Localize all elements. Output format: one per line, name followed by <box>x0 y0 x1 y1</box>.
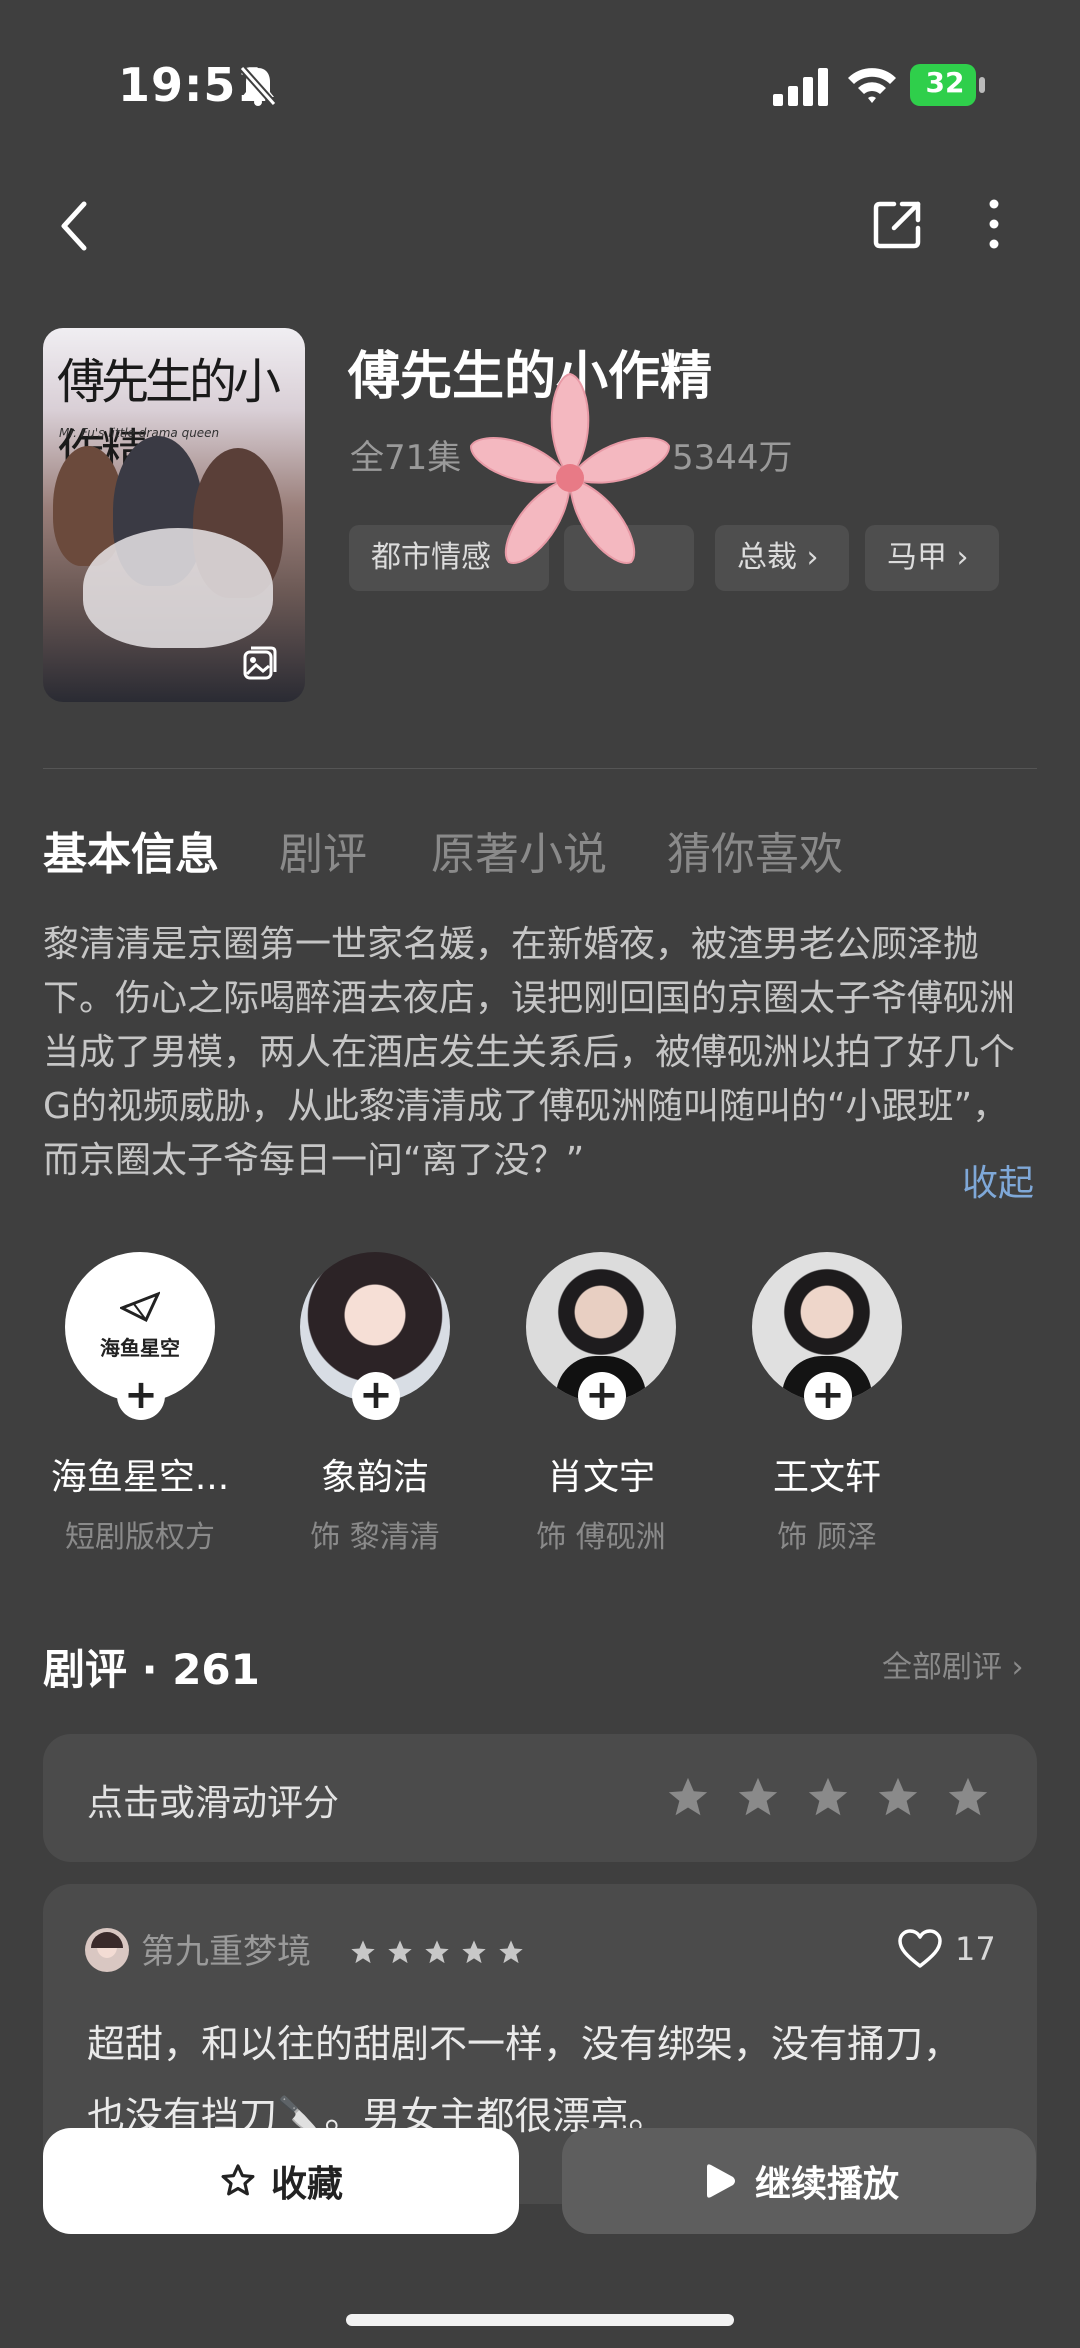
heart-icon[interactable] <box>897 1928 943 1970</box>
follow-button[interactable]: + <box>804 1372 852 1420</box>
rate-prompt: 点击或滑动评分 <box>87 1783 340 1824</box>
synopsis-text: 黎清清是京圈第一世家名媛，在新婚夜，被渣男老公顾泽抛下。伤心之际喝醉酒去夜店，误… <box>43 924 1016 1181</box>
star-icon <box>388 1940 412 1964</box>
cast-role: 饰 顾泽 <box>777 1520 877 1555</box>
tab-reviews[interactable]: 剧评 <box>279 818 367 882</box>
battery-icon: 32 <box>910 64 986 106</box>
review-username[interactable]: 第九重梦境 <box>141 1924 311 1973</box>
episode-count: 全71集 <box>350 438 462 478</box>
studio-logo-icon <box>120 1291 160 1323</box>
continue-play-label: 继续播放 <box>754 2164 899 2205</box>
follow-button[interactable]: + <box>352 1372 400 1420</box>
star-outline-icon <box>221 2164 255 2196</box>
star-icon <box>462 1940 486 1964</box>
like-count: 17 <box>955 1930 996 1968</box>
tab-original-novel[interactable]: 原著小说 <box>431 818 607 882</box>
tag-secret-identity[interactable]: 马甲 › <box>865 525 999 591</box>
home-indicator[interactable] <box>346 2314 734 2326</box>
rate-star-icon[interactable] <box>805 1774 851 1820</box>
tab-recommendations[interactable]: 猜你喜欢 <box>667 818 843 882</box>
back-icon[interactable] <box>50 196 102 256</box>
bell-off-icon <box>239 65 277 107</box>
follow-button[interactable]: + <box>117 1372 165 1420</box>
favorite-button[interactable]: 收藏 <box>43 2128 519 2234</box>
signal-icon <box>773 68 828 106</box>
cast-name: 王文轩 <box>772 1457 881 1498</box>
studio-logo-text: 海鱼星空 <box>100 1336 180 1360</box>
wifi-icon <box>848 68 896 103</box>
cast-name: 海鱼星空... <box>50 1457 230 1498</box>
battery-level: 32 <box>925 66 965 99</box>
rate-star-icon[interactable] <box>735 1774 781 1820</box>
reviews-header: 剧评 · 261 <box>43 1645 260 1694</box>
flower-sticker <box>470 372 670 564</box>
star-icon <box>425 1940 449 1964</box>
avatar[interactable] <box>85 1928 129 1972</box>
play-icon <box>706 2164 735 2198</box>
rate-star-icon[interactable] <box>665 1774 711 1820</box>
tag-ceo[interactable]: 总裁 › <box>715 525 849 591</box>
rating-card[interactable]: 点击或滑动评分 <box>43 1734 1037 1862</box>
cast-role: 饰 黎清清 <box>310 1520 440 1555</box>
follow-button[interactable]: + <box>578 1372 626 1420</box>
more-icon[interactable] <box>978 196 1010 252</box>
gallery-icon[interactable] <box>243 646 277 680</box>
star-icon <box>499 1940 523 1964</box>
rate-star-icon[interactable] <box>945 1774 991 1820</box>
share-icon[interactable] <box>870 196 926 252</box>
all-reviews-link[interactable]: 全部剧评 › <box>882 1642 1024 1686</box>
star-icon <box>351 1940 375 1964</box>
drama-poster[interactable]: 傅先生的小作精 Mr. Fu's little drama queen <box>43 328 305 702</box>
continue-play-button[interactable]: 继续播放 <box>562 2128 1036 2234</box>
collapse-link[interactable]: 收起 <box>962 1154 1034 1206</box>
tab-basic-info[interactable]: 基本信息 <box>43 818 219 882</box>
rate-star-icon[interactable] <box>875 1774 921 1820</box>
cast-role: 短剧版权方 <box>65 1520 215 1555</box>
cast-role: 饰 傅砚洲 <box>536 1520 666 1555</box>
cast-name: 肖文宇 <box>546 1457 655 1498</box>
section-divider <box>43 768 1037 769</box>
poster-subtitle: Mr. Fu's little drama queen <box>59 426 220 440</box>
cast-name: 象韵洁 <box>320 1457 429 1498</box>
favorite-label: 收藏 <box>270 2164 343 2205</box>
